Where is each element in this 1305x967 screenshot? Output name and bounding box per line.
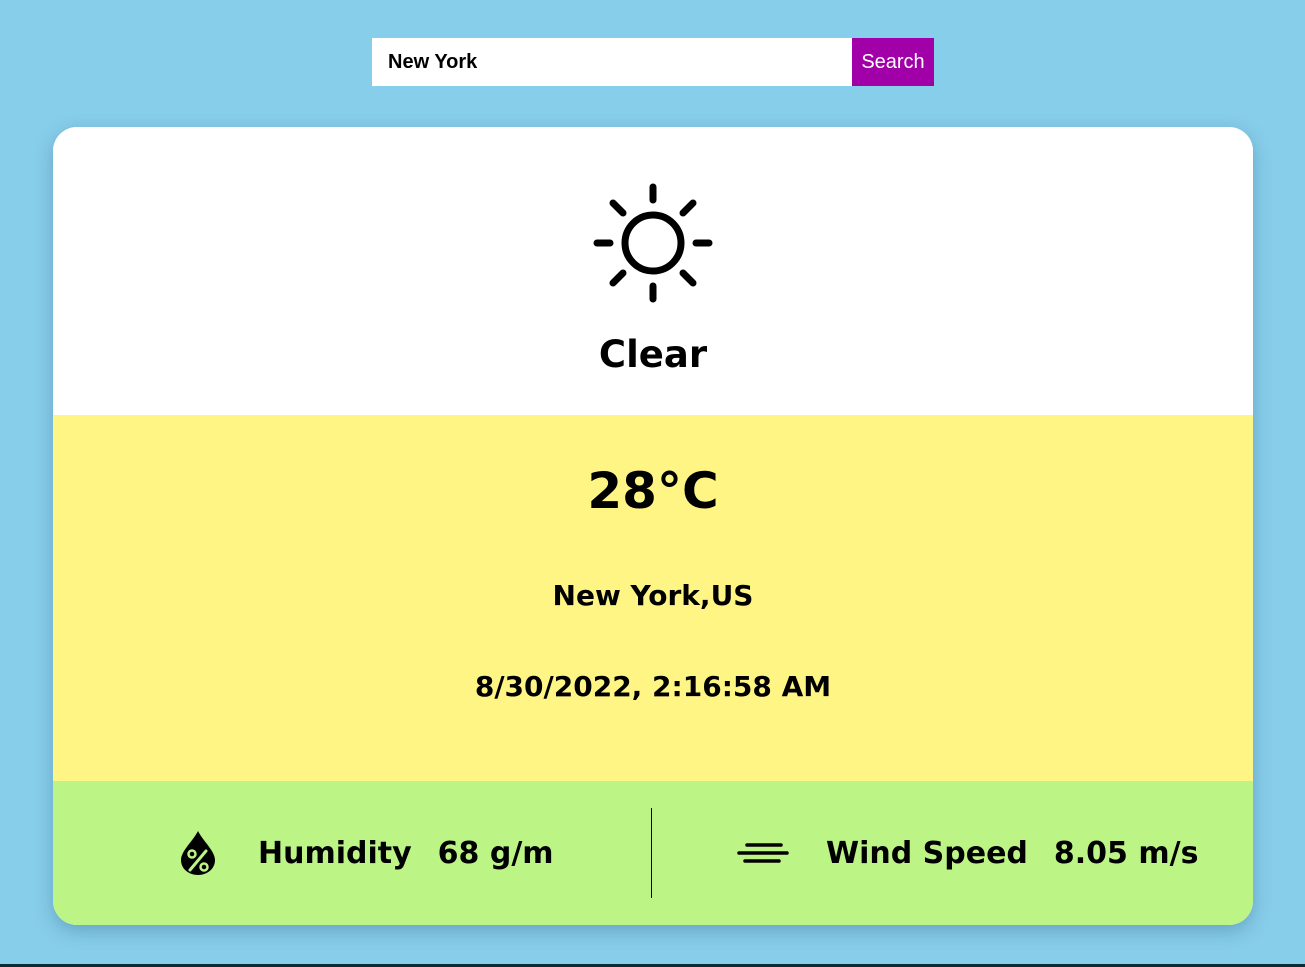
search-bar: Search (372, 38, 934, 86)
city-search-input[interactable] (372, 38, 852, 86)
humidity-label: Humidity (258, 835, 412, 871)
wind-icon (737, 829, 789, 877)
wind-speed-label: Wind Speed (826, 835, 1028, 871)
search-button[interactable]: Search (852, 38, 934, 86)
temperature: 28°C (587, 462, 719, 520)
stats-divider (651, 808, 652, 898)
location: New York,US (552, 579, 754, 612)
wind-stat: Wind Speed 8.05 m/s (737, 781, 1198, 925)
wind-speed-value: 8.05 m/s (1053, 835, 1199, 871)
date-time: 8/30/2022, 2:16:58 AM (474, 670, 832, 703)
humidity-drop-icon (177, 829, 219, 877)
info-panel: 28°C New York,US 8/30/2022, 2:16:58 AM (53, 415, 1253, 781)
sun-icon (593, 183, 713, 303)
condition-panel: Clear (53, 127, 1253, 415)
weather-condition: Clear (598, 333, 708, 376)
stats-panel: Humidity 68 g/m Wind Speed 8.05 m/s (53, 781, 1253, 925)
weather-card: Clear 28°C New York,US 8/30/2022, 2:16:5… (53, 127, 1253, 925)
humidity-value: 68 g/m (437, 835, 554, 871)
humidity-stat: Humidity 68 g/m (177, 781, 554, 925)
